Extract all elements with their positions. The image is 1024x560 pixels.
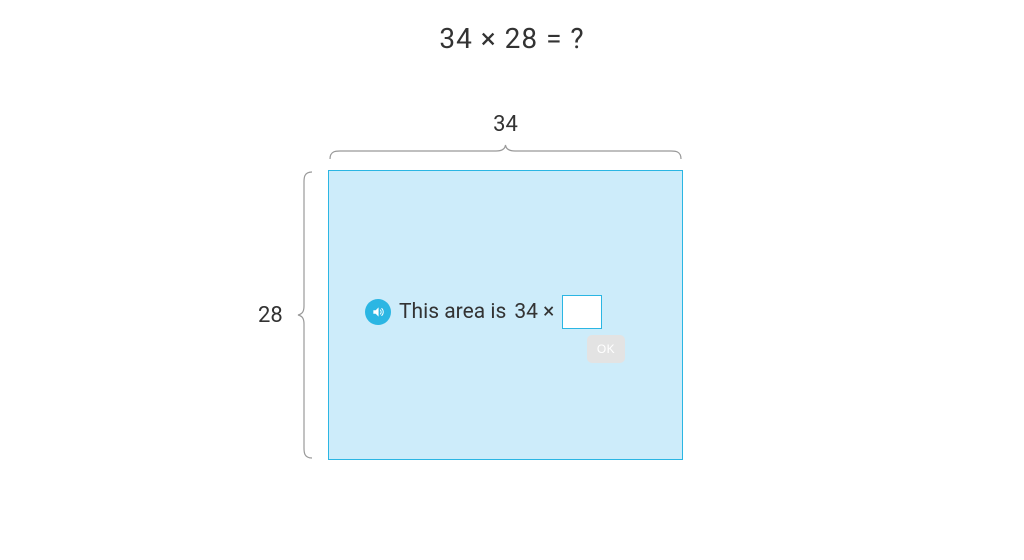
prompt-row: This area is 34 × (365, 295, 602, 329)
left-brace-icon (296, 170, 314, 460)
answer-input[interactable] (562, 295, 602, 329)
question-text: 34 × 28 = ? (439, 22, 584, 55)
area-diagram: 34 28 This area is 34 × OK (328, 170, 683, 460)
top-brace-icon (328, 143, 683, 161)
width-label: 34 (328, 112, 683, 137)
height-label: 28 (258, 170, 283, 460)
speaker-icon[interactable] (365, 299, 391, 325)
prompt-prefix: This area is (399, 300, 506, 324)
prompt-operand: 34 × (514, 300, 554, 324)
ok-button[interactable]: OK (587, 335, 625, 363)
area-rectangle: This area is 34 × OK (328, 170, 683, 460)
